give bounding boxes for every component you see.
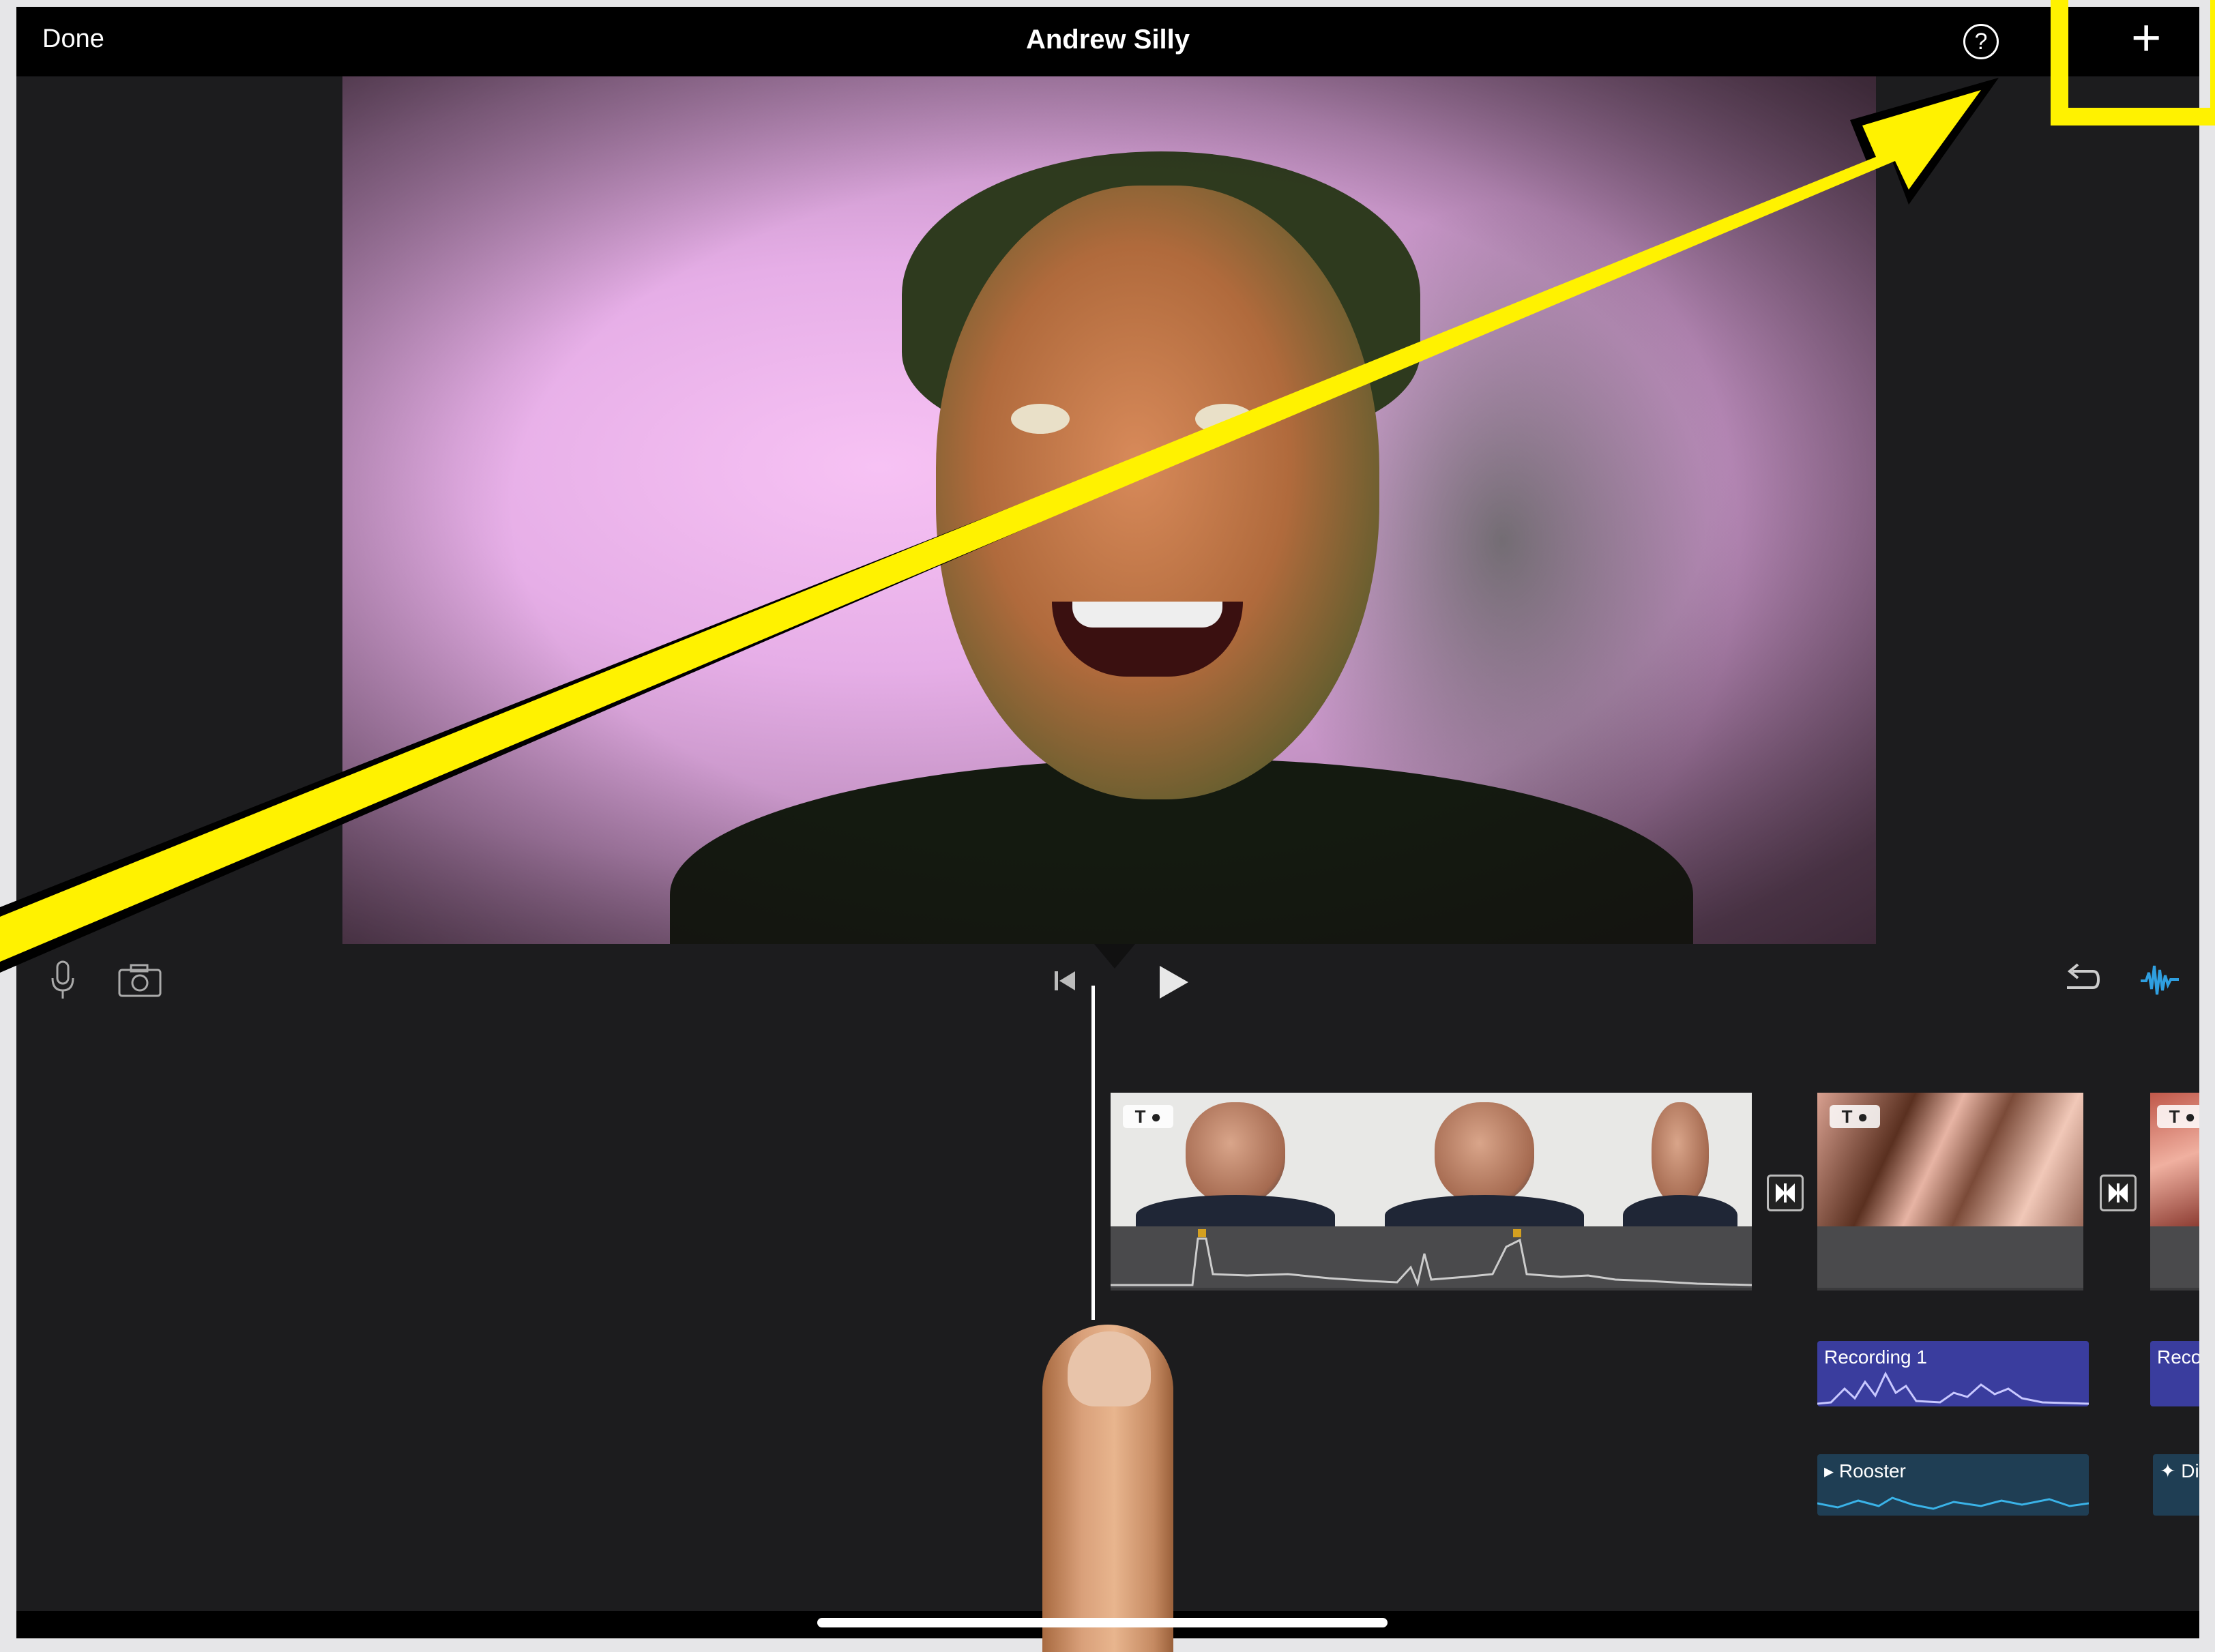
video-viewer	[16, 76, 2199, 948]
clip-audio-waveform	[1111, 1226, 1752, 1288]
highlight-box	[2051, 0, 2215, 126]
sound-effect-clip[interactable]: ✦ Di	[2153, 1454, 2199, 1516]
clip-audio-track	[2150, 1226, 2199, 1288]
fingernail	[1068, 1331, 1151, 1406]
title-text-icon: T	[1841, 1106, 1853, 1127]
video-preview	[342, 76, 1876, 944]
video-clip-2[interactable]: T ●	[1817, 1093, 2083, 1290]
vignette-overlay	[342, 76, 1876, 944]
recording-label: Recording 1	[1824, 1346, 1927, 1368]
clip-title-filter-badge: T ●	[1123, 1105, 1173, 1128]
recording-waveform	[1817, 1371, 2089, 1405]
home-indicator[interactable]	[817, 1618, 1388, 1627]
transition-icon	[1776, 1183, 1795, 1203]
transition-icon	[2109, 1183, 2128, 1203]
transition-button[interactable]	[2100, 1175, 2137, 1211]
video-clip-3[interactable]: T ●	[2150, 1093, 2199, 1290]
undo-icon[interactable]	[2063, 962, 2101, 997]
play-icon[interactable]	[1157, 964, 1190, 1000]
recording-clip[interactable]: Recording 1	[1817, 1341, 2089, 1406]
sound-effect-waveform	[1817, 1496, 2089, 1510]
recording-label: Reco	[2157, 1346, 2199, 1368]
sound-effect-label: ▸ Rooster	[1824, 1460, 1906, 1481]
sound-effect-label: ✦ Di	[2160, 1460, 2199, 1481]
help-icon[interactable]: ?	[1963, 24, 1999, 59]
top-bar: Done Andrew Silly ? +	[16, 7, 2199, 76]
clip-title-filter-badge: T ●	[2157, 1105, 2199, 1128]
sound-effect-clip[interactable]: ▸ Rooster	[1817, 1454, 2089, 1516]
recording-clip[interactable]: Reco	[2150, 1341, 2199, 1406]
microphone-icon[interactable]	[49, 960, 76, 1000]
clip-title-filter-badge: T ●	[1830, 1105, 1880, 1128]
skip-to-start-icon[interactable]	[1053, 970, 1076, 992]
video-clip-1[interactable]: T ●	[1111, 1093, 1752, 1290]
transition-button[interactable]	[1767, 1175, 1804, 1211]
clip-audio-track	[1817, 1226, 2083, 1288]
audio-waveform-icon[interactable]	[2139, 962, 2180, 999]
title-text-icon: T	[1134, 1106, 1146, 1127]
waveform-graphic	[1111, 1229, 1752, 1287]
title-text-icon: T	[2169, 1106, 2180, 1127]
playhead-marker	[1094, 944, 1135, 969]
playhead[interactable]	[1091, 986, 1095, 1320]
clip-thumbnail	[1609, 1093, 1752, 1226]
project-title: Andrew Silly	[1025, 25, 1190, 55]
clip-thumbnail	[1360, 1093, 1609, 1226]
camera-icon[interactable]	[117, 963, 162, 997]
